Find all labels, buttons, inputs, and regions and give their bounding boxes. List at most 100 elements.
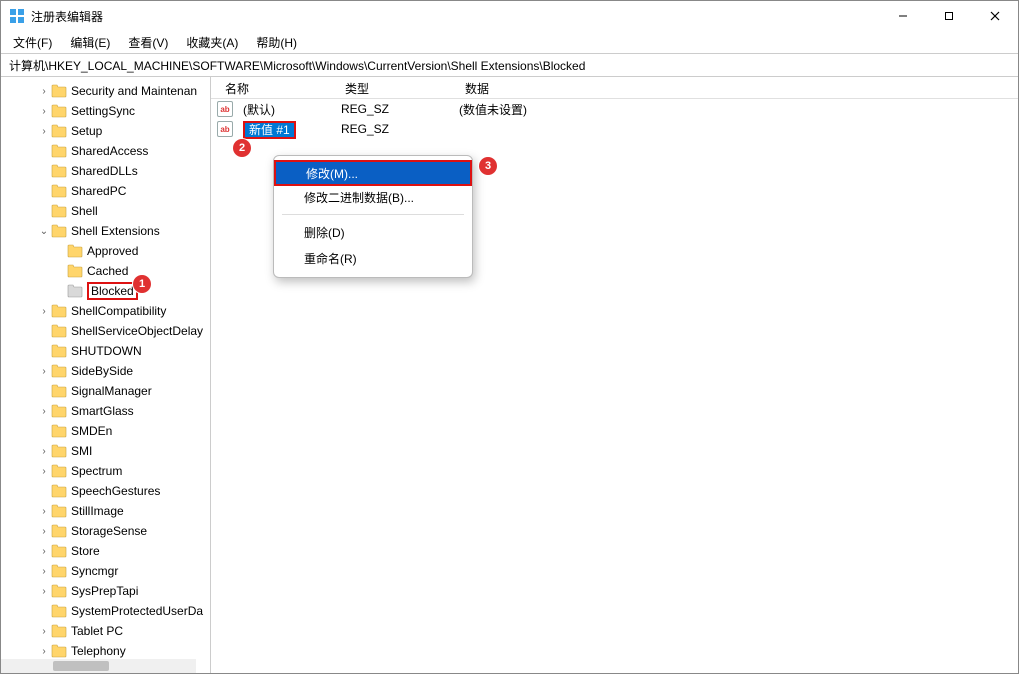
column-name[interactable]: 名称 — [211, 77, 331, 98]
folder-icon — [51, 384, 67, 398]
tree-item-label: SMI — [71, 444, 92, 458]
tree-item-security-and-maintenan[interactable]: ›Security and Maintenan — [1, 81, 210, 101]
tree-item-stillimage[interactable]: › StillImage — [1, 501, 210, 521]
folder-icon — [51, 604, 67, 618]
chevron-right-icon[interactable]: › — [37, 626, 51, 637]
tree-item-label: StillImage — [71, 504, 124, 518]
chevron-right-icon: · — [37, 206, 51, 217]
tree-item-setup[interactable]: ›Setup — [1, 121, 210, 141]
column-type[interactable]: 类型 — [331, 77, 451, 98]
chevron-right-icon[interactable]: › — [37, 466, 51, 477]
tree-item-smden[interactable]: ·SMDEn — [1, 421, 210, 441]
tree-item-telephony[interactable]: › Telephony — [1, 641, 210, 661]
tree-item-sharedaccess[interactable]: · SharedAccess — [1, 141, 210, 161]
tree-pane: ›Security and Maintenan›SettingSync›Setu… — [1, 77, 211, 673]
chevron-right-icon[interactable]: › — [37, 646, 51, 657]
values-pane: 名称 类型 数据 ab (默认) REG_SZ (数值未设置) ab 新值 #1… — [211, 77, 1018, 673]
column-data[interactable]: 数据 — [451, 77, 1018, 98]
chevron-right-icon: · — [37, 146, 51, 157]
chevron-right-icon: · — [53, 286, 67, 297]
chevron-right-icon[interactable]: › — [37, 106, 51, 117]
folder-icon — [51, 124, 67, 138]
tree-item-shareddlls[interactable]: ·SharedDLLs — [1, 161, 210, 181]
tree-item-sidebyside[interactable]: ›SideBySide — [1, 361, 210, 381]
tree-item-approved[interactable]: ·Approved — [1, 241, 210, 261]
minimize-button[interactable] — [880, 1, 926, 31]
chevron-down-icon[interactable]: ⌄ — [37, 226, 51, 237]
menu-help[interactable]: 帮助(H) — [250, 32, 303, 53]
annotation-marker-2: 2 — [233, 139, 251, 157]
chevron-right-icon: · — [53, 266, 67, 277]
tree-item-label: SharedAccess — [71, 144, 148, 158]
tree-item-shellcompatibility[interactable]: ›ShellCompatibility — [1, 301, 210, 321]
chevron-right-icon: · — [37, 326, 51, 337]
window-title: 注册表编辑器 — [31, 8, 880, 25]
chevron-right-icon: · — [37, 486, 51, 497]
tree-item-shutdown[interactable]: ·SHUTDOWN — [1, 341, 210, 361]
chevron-right-icon[interactable]: › — [37, 586, 51, 597]
value-type: REG_SZ — [331, 122, 451, 136]
tree-item-label: SystemProtectedUserDa — [71, 604, 203, 618]
context-menu-modify-binary[interactable]: 修改二进制数据(B)... — [274, 184, 472, 210]
chevron-right-icon[interactable]: › — [37, 566, 51, 577]
scrollbar-thumb[interactable] — [53, 661, 109, 671]
chevron-right-icon: · — [37, 386, 51, 397]
tree-item-spectrum[interactable]: ›Spectrum — [1, 461, 210, 481]
registry-tree[interactable]: ›Security and Maintenan›SettingSync›Setu… — [1, 77, 210, 661]
value-row-default[interactable]: ab (默认) REG_SZ (数值未设置) — [211, 99, 1018, 119]
chevron-right-icon[interactable]: › — [37, 406, 51, 417]
context-menu-modify[interactable]: 修改(M)... — [274, 160, 472, 186]
chevron-right-icon: · — [53, 246, 67, 257]
tree-item-syspreptapi[interactable]: ›SysPrepTapi — [1, 581, 210, 601]
tree-item-store[interactable]: ›Store — [1, 541, 210, 561]
folder-icon — [51, 84, 67, 98]
tree-item-label: SHUTDOWN — [71, 344, 142, 358]
menu-favorites[interactable]: 收藏夹(A) — [180, 32, 244, 53]
tree-horizontal-scrollbar[interactable] — [1, 659, 196, 673]
value-row-newvalue[interactable]: ab 新值 #1 REG_SZ — [211, 119, 1018, 139]
main-split: ›Security and Maintenan›SettingSync›Setu… — [1, 77, 1018, 673]
address-bar[interactable]: 计算机\HKEY_LOCAL_MACHINE\SOFTWARE\Microsof… — [1, 53, 1018, 77]
chevron-right-icon[interactable]: › — [37, 86, 51, 97]
tree-item-systemprotecteduserda[interactable]: ·SystemProtectedUserDa — [1, 601, 210, 621]
folder-icon — [51, 344, 67, 358]
menu-bar: 文件(F) 编辑(E) 查看(V) 收藏夹(A) 帮助(H) — [1, 31, 1018, 53]
window-controls — [880, 1, 1018, 31]
tree-item-label: Cached — [87, 264, 128, 278]
chevron-right-icon[interactable]: › — [37, 366, 51, 377]
tree-item-syncmgr[interactable]: ›Syncmgr — [1, 561, 210, 581]
chevron-right-icon[interactable]: › — [37, 506, 51, 517]
maximize-button[interactable] — [926, 1, 972, 31]
tree-item-cached[interactable]: · Cached — [1, 261, 210, 281]
tree-item-shellserviceobjectdelay[interactable]: · ShellServiceObjectDelay — [1, 321, 210, 341]
context-menu-separator — [282, 214, 464, 215]
chevron-right-icon[interactable]: › — [37, 306, 51, 317]
tree-item-smi[interactable]: › SMI — [1, 441, 210, 461]
context-menu-rename[interactable]: 重命名(R) — [274, 245, 472, 271]
chevron-right-icon[interactable]: › — [37, 446, 51, 457]
tree-item-smartglass[interactable]: ›SmartGlass — [1, 401, 210, 421]
tree-item-shell-extensions[interactable]: ⌄Shell Extensions — [1, 221, 210, 241]
chevron-right-icon[interactable]: › — [37, 546, 51, 557]
menu-edit[interactable]: 编辑(E) — [64, 32, 116, 53]
context-menu-delete[interactable]: 删除(D) — [274, 219, 472, 245]
tree-item-tablet-pc[interactable]: ›Tablet PC — [1, 621, 210, 641]
tree-item-speechgestures[interactable]: · SpeechGestures — [1, 481, 210, 501]
value-name: 新值 #1 — [239, 121, 331, 138]
tree-item-label: ShellServiceObjectDelay — [71, 324, 203, 338]
menu-file[interactable]: 文件(F) — [7, 32, 58, 53]
tree-item-shell[interactable]: ·Shell — [1, 201, 210, 221]
tree-item-settingsync[interactable]: ›SettingSync — [1, 101, 210, 121]
tree-item-signalmanager[interactable]: ·SignalManager — [1, 381, 210, 401]
tree-item-sharedpc[interactable]: ·SharedPC — [1, 181, 210, 201]
tree-item-blocked[interactable]: ·Blocked — [1, 281, 210, 301]
chevron-right-icon[interactable]: › — [37, 126, 51, 137]
tree-item-label: Telephony — [71, 644, 126, 658]
tree-item-label: SpeechGestures — [71, 484, 160, 498]
menu-view[interactable]: 查看(V) — [122, 32, 174, 53]
close-button[interactable] — [972, 1, 1018, 31]
folder-icon — [51, 164, 67, 178]
folder-icon — [51, 524, 67, 538]
chevron-right-icon[interactable]: › — [37, 526, 51, 537]
tree-item-storagesense[interactable]: ›StorageSense — [1, 521, 210, 541]
